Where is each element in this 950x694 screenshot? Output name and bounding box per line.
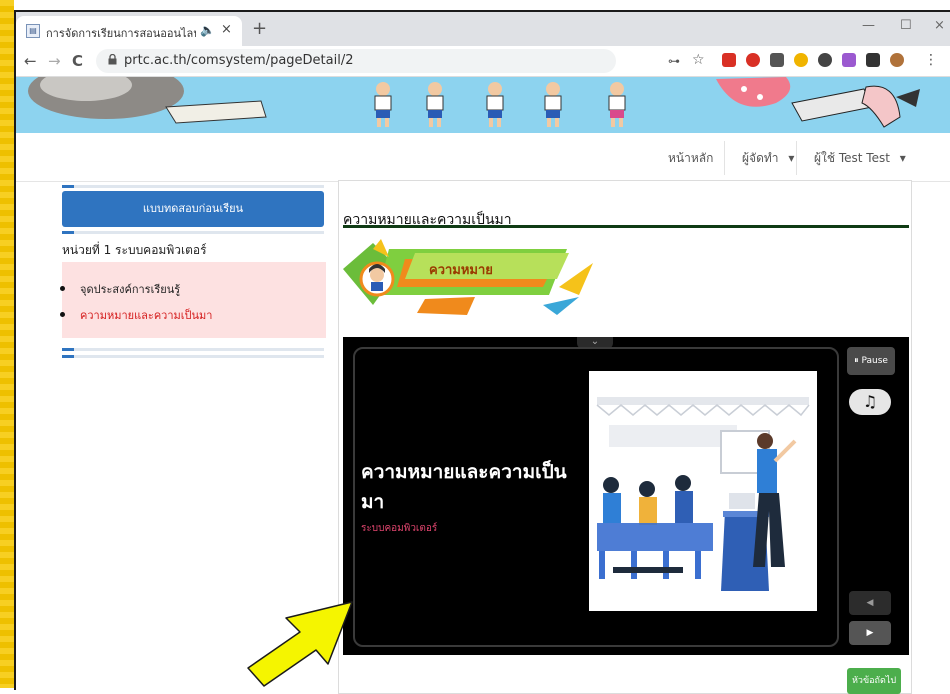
topic-banner-graphic: ความหมาย (343, 235, 603, 319)
site-banner (16, 77, 950, 133)
lesson-link-objectives[interactable]: จุดประสงค์การเรียนรู้ (80, 280, 180, 298)
maximize-icon[interactable]: ☐ (900, 18, 912, 33)
minimize-icon[interactable]: — (862, 18, 875, 33)
audio-icon[interactable]: 🔈 (200, 23, 215, 37)
circle-extension-icon[interactable] (818, 53, 832, 67)
tab-close-icon[interactable]: × (221, 22, 232, 37)
browser-tab[interactable]: ▤ การจัดการเรียนการสอนออนไลน์ 🔈 × (16, 16, 242, 46)
unit-title: หน่วยที่ 1 ระบบคอมพิวเตอร์ (62, 243, 207, 257)
pdf-extension-icon[interactable] (722, 53, 736, 67)
classroom-illustration (596, 397, 810, 591)
back-icon[interactable]: ← (24, 52, 37, 70)
lesson-link-meaning[interactable]: ความหมายและความเป็นมา (80, 306, 212, 324)
forward-icon[interactable]: → (48, 52, 61, 70)
nav-divider (724, 141, 725, 175)
sidebar-divider-accent (62, 185, 74, 188)
annotation-arrow-icon (244, 598, 360, 690)
window-close-icon[interactable]: × (934, 18, 945, 33)
pause-label: Pause (861, 356, 888, 366)
pretest-button[interactable]: แบบทดสอบก่อนเรียน (62, 191, 324, 227)
caret-down-icon: ▾ (899, 151, 906, 165)
menu-icon[interactable]: ⋮ (924, 52, 938, 68)
slide-illustration (589, 371, 817, 611)
url-text: prtc.ac.th/comsystem/pageDetail/2 (124, 53, 354, 68)
pause-icon: ⏸ (854, 356, 859, 366)
sidebar-divider (62, 348, 324, 351)
music-icon[interactable]: ♫ (849, 389, 891, 415)
sidebar-divider-accent (62, 348, 74, 351)
student-figure (540, 81, 566, 129)
new-tab-icon[interactable]: + (252, 18, 267, 39)
nav-home-link[interactable]: หน้าหลัก (668, 149, 713, 168)
page-left-border (0, 0, 14, 688)
yab-extension-icon[interactable] (746, 53, 760, 67)
reload-icon[interactable]: C (72, 52, 83, 70)
slide-subtitle: ระบบคอมพิวเตอร์ (361, 523, 438, 534)
tab-title: การจัดการเรียนการสอนออนไลน์ (46, 27, 196, 40)
presentation-player[interactable]: ⌄ ความหมายและความเป็นมา ระบบคอมพิวเตอร์ (343, 337, 909, 655)
tab-bar: ▤ การจัดการเรียนการสอนออนไลน์ 🔈 × + — ☐ … (16, 12, 950, 46)
slide-title: ความหมายและความเป็นมา (361, 461, 567, 513)
grid-extension-icon[interactable] (770, 53, 784, 67)
nav-user-label: ผู้ใช้ Test Test (814, 151, 890, 165)
key-icon[interactable]: ⊶ (668, 54, 680, 68)
next-topic-button[interactable]: หัวข้อถัดไป (847, 668, 901, 694)
profile-avatar[interactable] (890, 53, 904, 67)
sidebar-divider-accent (62, 231, 74, 234)
nav-divider (796, 141, 797, 175)
pause-button[interactable]: ⏸ Pause (847, 347, 895, 375)
student-figure (604, 81, 630, 129)
banner-label: ความหมาย (429, 263, 493, 278)
sidebar-divider (62, 231, 324, 234)
star-icon[interactable]: ☆ (692, 52, 705, 68)
previous-slide-icon[interactable]: ◀ (849, 591, 891, 615)
student-figure (482, 81, 508, 129)
nav-user-link[interactable]: ผู้ใช้ Test Test ▾ (814, 149, 906, 168)
next-slide-icon[interactable]: ▶ (849, 621, 891, 645)
sidebar-divider (62, 355, 324, 358)
bullet-icon (60, 286, 65, 291)
puzzle-extension-icon[interactable] (866, 53, 880, 67)
address-row: ← → C prtc.ac.th/comsystem/pageDetail/2 … (16, 46, 950, 77)
nav-admin-label: ผู้จัดทำ (742, 151, 779, 165)
sidebar-divider-accent (62, 355, 74, 358)
content-panel: ความหมายและความเป็นมา ความหมาย ⌄ ความหมา… (338, 180, 912, 694)
nav-admin-link[interactable]: ผู้จัดทำ ▾ (742, 149, 794, 168)
favicon-icon: ▤ (26, 24, 40, 38)
lesson-list: จุดประสงค์การเรียนรู้ ความหมายและความเป็… (60, 262, 326, 338)
student-figure (422, 81, 448, 129)
bullet-icon (60, 312, 65, 317)
pen-extension-icon[interactable] (842, 53, 856, 67)
sidebar-divider (62, 185, 324, 188)
hand-extension-icon[interactable] (794, 53, 808, 67)
caret-down-icon: ▾ (788, 151, 795, 165)
browser-window: ▤ การจัดการเรียนการสอนออนไลน์ 🔈 × + — ☐ … (14, 10, 950, 694)
title-underline (343, 225, 909, 228)
lock-icon (108, 53, 117, 68)
site-navbar: หน้าหลัก ผู้จัดทำ ▾ ผู้ใช้ Test Test ▾ (16, 133, 950, 182)
student-figure (370, 81, 396, 129)
address-bar[interactable]: prtc.ac.th/comsystem/pageDetail/2 (96, 49, 616, 73)
